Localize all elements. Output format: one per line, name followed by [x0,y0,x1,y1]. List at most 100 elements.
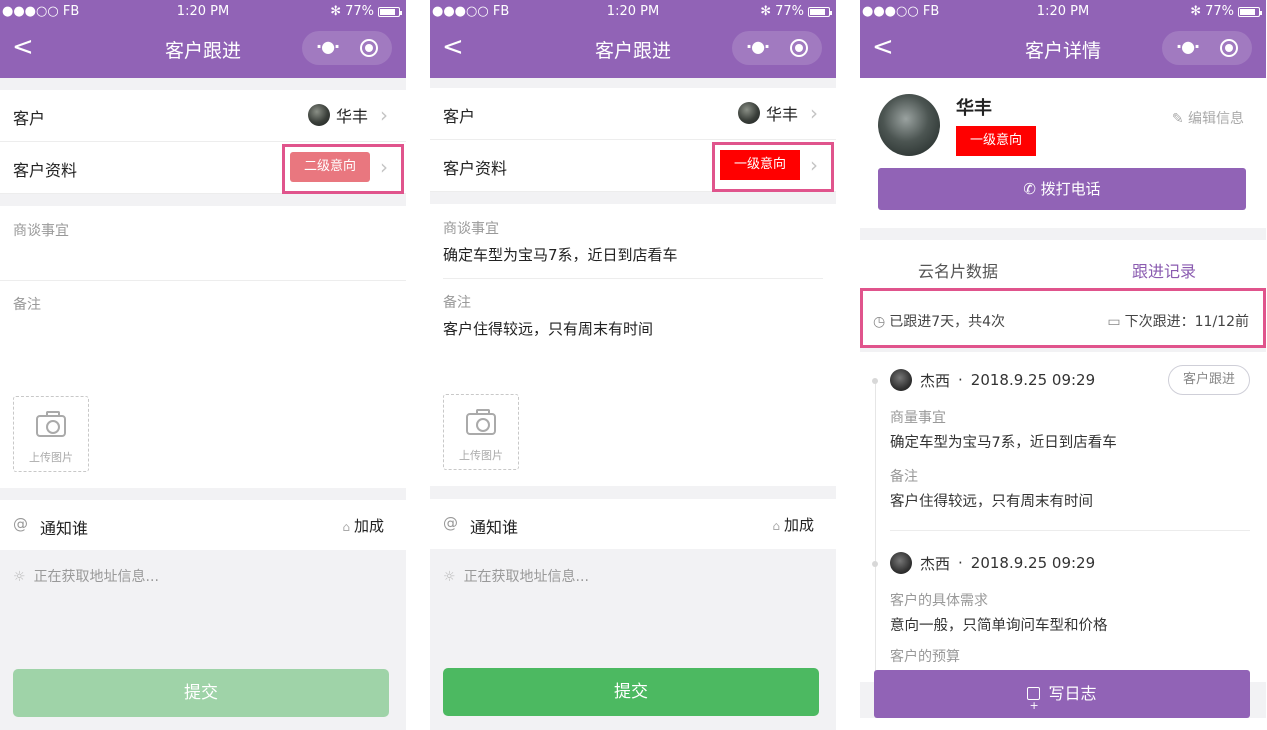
record-author: 杰西 [920,554,951,573]
topic-label: 商谈事宜 [443,221,499,237]
status-bar: ●●●○○ FB 1:20 PM ✻ 77% [430,0,836,24]
battery-percent: 77% [1205,4,1234,19]
write-log-button[interactable]: 写日志 [874,670,1250,730]
record-label: 客户的预算 [890,649,960,665]
tab-bar: 云名片数据 跟进记录 [860,240,1266,294]
phone-screen-follow-up-empty: ●●●○○ FB 1:20 PM ✻ 77% < 客户跟进 ·●· 客户 华丰 … [0,0,406,730]
more-dots-icon[interactable]: ·●· [316,37,340,56]
battery-percent: 77% [775,4,804,19]
battery-percent: 77% [345,4,374,19]
more-dots-icon[interactable]: ·●· [746,37,770,56]
record-value: 客户住得较远，只有周末有时间 [890,494,1093,510]
bluetooth-icon: ✻ [760,4,772,19]
upload-label: 上传图片 [29,451,73,464]
calendar-icon: ▭ [1107,314,1121,330]
notes-field[interactable]: 备注 [13,294,41,314]
location-text: 正在获取地址信息... [33,569,159,585]
at-icon: @ [13,515,28,533]
bluetooth-icon: ✻ [330,4,342,19]
customer-row[interactable]: 客户 华丰 › [0,90,406,142]
timeline-dot [872,378,878,384]
customer-name: 华丰 [335,107,368,126]
pencil-icon: ✎ [1171,111,1188,127]
nav-bar: < 客户详情 ·●· [860,24,1266,78]
upload-image-button[interactable]: 上传图片 [443,394,519,470]
bottom-strip [860,718,1266,730]
divider [890,530,1250,531]
record-datetime: 2018.9.25 09:29 [970,554,1096,572]
nav-bar: < 客户跟进 ·●· [430,24,836,78]
tab-follow-up-records[interactable]: 跟进记录 [1132,258,1196,282]
timeline-rail [875,382,876,682]
at-icon: @ [443,514,458,532]
avatar [307,104,330,126]
target-icon[interactable] [790,39,808,57]
location-icon: ☼ [443,569,456,585]
record-label: 商量事宜 [890,410,946,426]
customer-profile-row[interactable]: 客户资料 一级意向 › [430,140,836,192]
add-square-icon [1027,682,1041,730]
clock-icon: ◷ [873,314,886,330]
upload-image-button[interactable]: 上传图片 [13,396,89,472]
timeline: 杰西 · 2018.9.25 09:29 客户跟进 商量事宜 确定车型为宝马7系… [860,352,1266,682]
profile-card: 华丰 ✎ 编辑信息 一级意向 ✆ 拨打电话 [860,78,1266,228]
notify-row[interactable]: @ 通知谁 ⌂ 加成 [0,500,406,550]
status-right: ✻ 77% [1190,4,1262,19]
tab-card-data[interactable]: 云名片数据 [918,258,998,282]
customer-label: 客户 [443,107,476,126]
notes-card: 商谈事宜 备注 上传图片 [0,206,406,488]
notes-value[interactable]: 客户住得较远，只有周末有时间 [443,318,653,339]
battery-icon [378,6,402,17]
highlight-frame [282,144,404,194]
battery-icon [1238,6,1262,17]
customer-profile-row[interactable]: 客户资料 二级意向 › [0,142,406,194]
notes-label: 备注 [443,295,471,311]
more-dots-icon[interactable]: ·●· [1176,37,1200,56]
call-label: 拨打电话 [1040,180,1101,198]
record-header: 杰西 · 2018.9.25 09:29 [890,552,1095,574]
location-icon: ☼ [13,569,26,585]
battery-icon [808,6,832,17]
avatar [878,94,940,156]
customer-row[interactable]: 客户 华丰 › [430,88,836,140]
phone-screen-follow-up-filled: ●●●○○ FB 1:20 PM ✻ 77% < 客户跟进 ·●· 客户 华丰 … [430,0,836,730]
chevron-right-icon: › [810,101,818,125]
divider [0,280,406,281]
record-header: 杰西 · 2018.9.25 09:29 [890,369,1095,391]
submit-button[interactable]: 提交 [443,668,819,716]
status-bar: ●●●○○ FB 1:20 PM ✻ 77% [860,0,1266,24]
notify-row[interactable]: @ 通知谁 ⌂ 加成 [430,499,836,549]
customer-value: 华丰 [737,101,798,125]
record-tag[interactable]: 客户跟进 [1168,365,1250,395]
miniprogram-capsule: ·●· [302,31,392,65]
topic-value[interactable]: 确定车型为宝马7系，近日到店看车 [443,244,678,265]
edit-info-link[interactable]: ✎ 编辑信息 [1172,108,1244,128]
separator-dot: · [958,554,963,572]
status-right: ✻ 77% [760,4,832,19]
summary-next: ▭ 下次跟进：11/12前 [1107,311,1249,331]
bonus-control[interactable]: ⌂ 加成 [342,515,384,536]
phone-screen-customer-detail: ●●●○○ FB 1:20 PM ✻ 77% < 客户详情 ·●· 华丰 ✎ 编… [860,0,1266,730]
timeline-dot [872,561,878,567]
avatar [890,552,912,574]
submit-button[interactable]: 提交 [13,669,389,717]
topic-field[interactable]: 商谈事宜 [13,220,69,240]
location-status: ☼ 正在获取地址信息... [13,566,159,586]
bonus-control[interactable]: ⌂ 加成 [772,514,814,535]
target-icon[interactable] [360,39,378,57]
intent-badge: 一级意向 [956,126,1036,156]
avatar [890,369,912,391]
customer-value: 华丰 [307,103,368,127]
record-label: 客户的具体需求 [890,593,988,609]
edit-info-label: 编辑信息 [1188,111,1244,127]
notify-label: 通知谁 [470,518,519,537]
record-datetime: 2018.9.25 09:29 [970,371,1096,389]
target-icon[interactable] [1220,39,1238,57]
notify-label: 通知谁 [40,519,89,538]
summary-count-text: 已跟进7天，共4次 [889,314,1006,330]
phone-icon: ✆ [1023,180,1041,198]
record-value: 意向一般，只简单询问车型和价格 [890,618,1108,634]
call-button[interactable]: ✆ 拨打电话 [878,168,1246,210]
location-text: 正在获取地址信息... [463,569,589,585]
lock-icon: ⌂ [772,519,780,533]
